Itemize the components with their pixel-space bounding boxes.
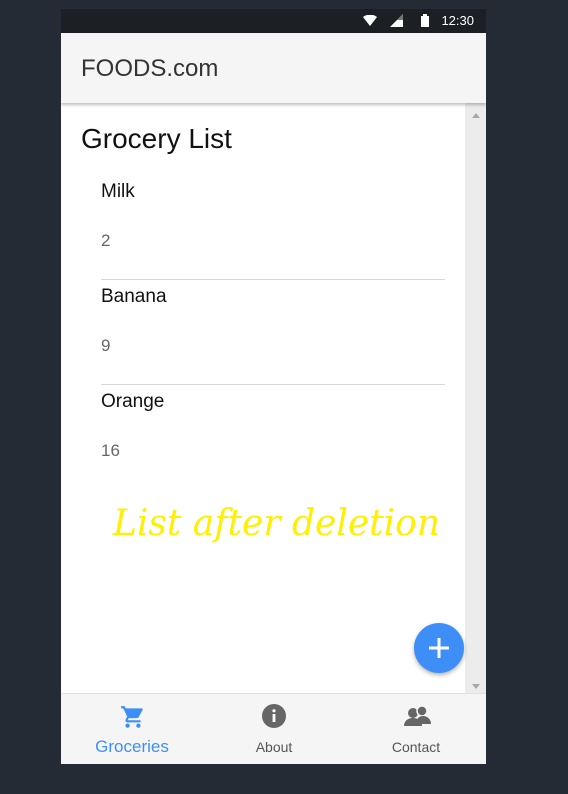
bottom-nav: Groceries About Contact bbox=[61, 693, 486, 764]
grocery-list-view: Grocery List Milk 2 Banana 9 Orange 16 L… bbox=[61, 103, 465, 693]
list-item[interactable]: Milk 2 bbox=[101, 175, 445, 280]
phone-screen: 12:30 FOODS.com Grocery List Milk 2 Bana… bbox=[61, 9, 486, 764]
item-name: Milk bbox=[101, 181, 135, 202]
nav-label-groceries: Groceries bbox=[95, 737, 169, 756]
nav-item-about[interactable]: About bbox=[203, 694, 345, 764]
info-icon bbox=[262, 704, 286, 733]
wifi-icon bbox=[363, 14, 377, 32]
caption-overlay: List after deletion bbox=[113, 503, 441, 544]
app-title: FOODS.com bbox=[81, 55, 219, 82]
add-item-button[interactable] bbox=[414, 623, 464, 673]
scroll-down-arrow[interactable] bbox=[472, 684, 480, 689]
scroll-up-arrow[interactable] bbox=[472, 113, 480, 118]
nav-label-contact: Contact bbox=[391, 739, 441, 755]
item-name: Orange bbox=[101, 391, 165, 412]
nav-item-contact[interactable]: Contact bbox=[345, 694, 486, 764]
item-quantity: 9 bbox=[101, 336, 111, 355]
list-item[interactable]: Orange 16 bbox=[101, 385, 445, 489]
signal-icon bbox=[390, 14, 403, 32]
scrollbar[interactable] bbox=[465, 103, 486, 693]
grocery-list: Milk 2 Banana 9 Orange 16 bbox=[101, 175, 445, 489]
nav-item-groceries[interactable]: Groceries bbox=[61, 694, 203, 764]
status-bar: 12:30 bbox=[61, 9, 486, 33]
status-time: 12:30 bbox=[441, 13, 474, 28]
item-quantity: 2 bbox=[101, 231, 111, 250]
item-quantity: 16 bbox=[101, 441, 120, 460]
item-name: Banana bbox=[101, 286, 167, 307]
plus-icon bbox=[429, 638, 449, 658]
list-item[interactable]: Banana 9 bbox=[101, 280, 445, 385]
app-bar: FOODS.com bbox=[61, 33, 486, 103]
nav-label-about: About bbox=[255, 739, 293, 755]
page-title: Grocery List bbox=[81, 123, 232, 154]
battery-icon bbox=[421, 14, 429, 32]
cart-icon bbox=[120, 704, 146, 735]
contacts-icon bbox=[404, 704, 432, 733]
